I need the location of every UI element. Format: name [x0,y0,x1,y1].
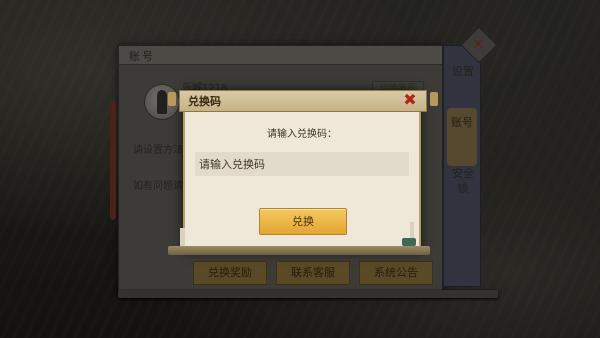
redeem-code-dialog: 兑换码 ✖ 请输入兑换码： 兑换 [168,90,438,252]
dialog-close-icon[interactable]: ✖ [402,91,418,109]
candle-left-decoration [180,228,185,246]
dialog-title: 兑换码 [188,95,221,108]
redeem-prompt: 请输入兑换码： [267,129,337,140]
dialog-base-decoration [168,246,430,255]
header-cap-left [168,92,176,106]
dialog-header: 兑换码 ✖ [168,90,438,112]
redeem-code-input[interactable] [195,152,409,176]
header-cap-right [430,92,438,106]
redeem-confirm-button[interactable]: 兑换 [259,208,347,235]
plant-pot-decoration [402,238,416,246]
